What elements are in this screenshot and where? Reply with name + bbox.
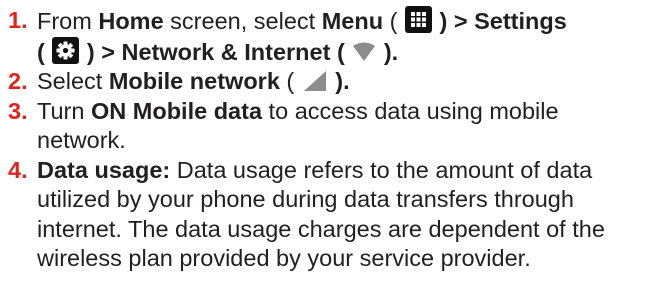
step-number: 3. bbox=[8, 97, 28, 124]
step-end: ). bbox=[377, 38, 399, 65]
home-label: Home bbox=[98, 8, 164, 34]
step-text: Select bbox=[37, 68, 109, 94]
instruction-steps: 1. From Home screen, select Menu ( ) > S… bbox=[0, 0, 646, 274]
mobile-network-label: Mobile network bbox=[108, 68, 280, 94]
cellular-signal-icon bbox=[302, 69, 328, 93]
network-internet-path: ) > Network & Internet ( bbox=[80, 38, 352, 65]
on-mobile-data-label: ON Mobile data bbox=[90, 97, 263, 124]
menu-label: Menu bbox=[321, 8, 384, 34]
wifi-icon bbox=[352, 42, 376, 64]
step-end: ). bbox=[328, 68, 350, 94]
step-number: 1. bbox=[8, 7, 28, 33]
step-3: 3. Turn ON Mobile data to access data us… bbox=[0, 97, 646, 156]
step-number: 4. bbox=[8, 156, 28, 183]
gear-icon bbox=[52, 36, 80, 64]
settings-path: ) > Settings bbox=[432, 8, 567, 34]
step-1: 1. From Home screen, select Menu ( ) > S… bbox=[0, 6, 646, 67]
step-text: Turn bbox=[37, 97, 91, 124]
paren-open: ( bbox=[37, 38, 52, 65]
step-2: 2. Select Mobile network ( ). bbox=[0, 67, 646, 97]
step-text: screen, select bbox=[163, 8, 322, 34]
step-text: From bbox=[37, 8, 99, 34]
step-text: ( bbox=[279, 68, 301, 94]
menu-grid-icon bbox=[404, 6, 432, 33]
step-number: 2. bbox=[8, 68, 28, 94]
step-text: ( bbox=[383, 8, 404, 34]
step-4: 4. Data usage: Data usage refers to the … bbox=[0, 156, 646, 274]
data-usage-label: Data usage: bbox=[37, 156, 171, 183]
